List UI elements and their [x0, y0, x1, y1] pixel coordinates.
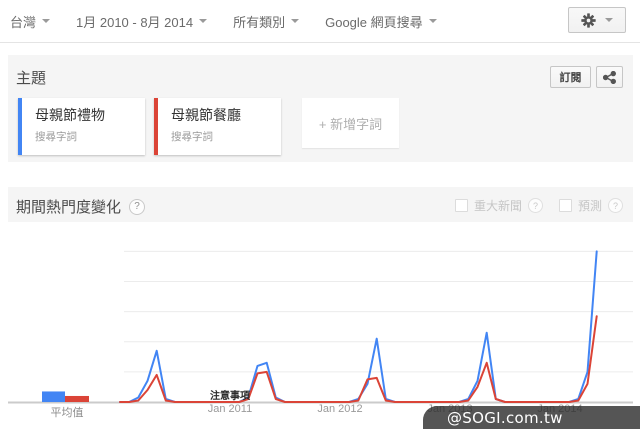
chevron-down-icon — [428, 19, 437, 23]
term-cards: 母親節禮物 搜尋字詞 母親節餐廳 搜尋字詞 + 新增字詞 — [18, 98, 399, 155]
term-label: 母親節禮物 — [35, 107, 105, 123]
help-icon[interactable]: ? — [129, 198, 146, 215]
chevron-down-icon — [42, 19, 51, 23]
region-label: 台灣 — [10, 14, 37, 30]
card-gap — [281, 98, 302, 155]
category-selector[interactable]: 所有類別 — [233, 12, 300, 31]
chart-annotation: 注意事項 — [210, 391, 250, 402]
topics-panel: 主題 訂閱 母親節禮物 搜尋字詞 母親節餐廳 搜尋字詞 + 新增字詞 — [8, 55, 633, 162]
help-icon[interactable]: ? — [527, 198, 543, 213]
help-icon[interactable]: ? — [608, 198, 623, 213]
average-bar — [65, 395, 89, 402]
chevron-down-icon — [605, 18, 613, 22]
trend-series — [119, 250, 598, 403]
trend-line-chart[interactable] — [0, 222, 640, 429]
trend-title: 期間熱門度變化 — [16, 199, 122, 216]
topics-title: 主題 — [16, 70, 47, 87]
search-type-selector[interactable]: Google 網頁搜尋 — [325, 12, 437, 31]
watermark: @SOGI.com.tw — [423, 406, 640, 429]
settings-button[interactable] — [568, 7, 626, 33]
term-type: 搜尋字詞 — [171, 131, 213, 143]
subscribe-button[interactable]: 訂閱 — [550, 66, 591, 88]
trend-series — [119, 315, 598, 403]
option-forecast: 預測 ? — [558, 197, 623, 214]
term-type: 搜尋字詞 — [35, 131, 77, 143]
date-range-selector[interactable]: 1月 2010 - 8月 2014 — [76, 12, 208, 31]
google-trends-page: 台灣 1月 2010 - 8月 2014 所有類別 Google 網頁搜尋 主題… — [0, 0, 640, 429]
term-label: 母親節餐廳 — [171, 107, 241, 123]
date-range-label: 1月 2010 - 8月 2014 — [76, 14, 194, 30]
option-major-news: 重大新聞 ? — [454, 197, 543, 214]
category-label: 所有類別 — [233, 14, 286, 30]
term-card-mothers-day-gift[interactable]: 母親節禮物 搜尋字詞 — [18, 98, 145, 155]
top-toolbar: 台灣 1月 2010 - 8月 2014 所有類別 Google 網頁搜尋 — [0, 0, 640, 42]
forecast-label: 預測 — [577, 199, 602, 213]
gear-icon — [581, 12, 596, 28]
major-news-checkbox[interactable] — [454, 199, 468, 212]
x-axis-tick: Jan 2012 — [317, 403, 363, 415]
share-button[interactable] — [596, 66, 623, 88]
add-term-button[interactable]: + 新增字詞 — [302, 98, 399, 148]
share-icon — [603, 70, 616, 84]
region-selector[interactable]: 台灣 — [10, 12, 51, 31]
chevron-down-icon — [199, 19, 208, 23]
average-label: 平均值 — [50, 407, 84, 419]
average-bar — [42, 391, 65, 402]
chevron-down-icon — [291, 19, 300, 23]
trend-options: 重大新聞 ? 預測 ? — [454, 197, 623, 214]
card-gap — [145, 98, 154, 155]
term-card-mothers-day-restaurant[interactable]: 母親節餐廳 搜尋字詞 — [154, 98, 281, 155]
forecast-checkbox[interactable] — [558, 199, 572, 212]
major-news-label: 重大新聞 — [473, 199, 522, 213]
x-axis-tick: Jan 2011 — [207, 403, 253, 415]
trend-section-header: 期間熱門度變化 ? 重大新聞 ? 預測 ? — [8, 187, 633, 222]
search-type-label: Google 網頁搜尋 — [325, 14, 423, 30]
toolbar-divider — [0, 42, 640, 43]
